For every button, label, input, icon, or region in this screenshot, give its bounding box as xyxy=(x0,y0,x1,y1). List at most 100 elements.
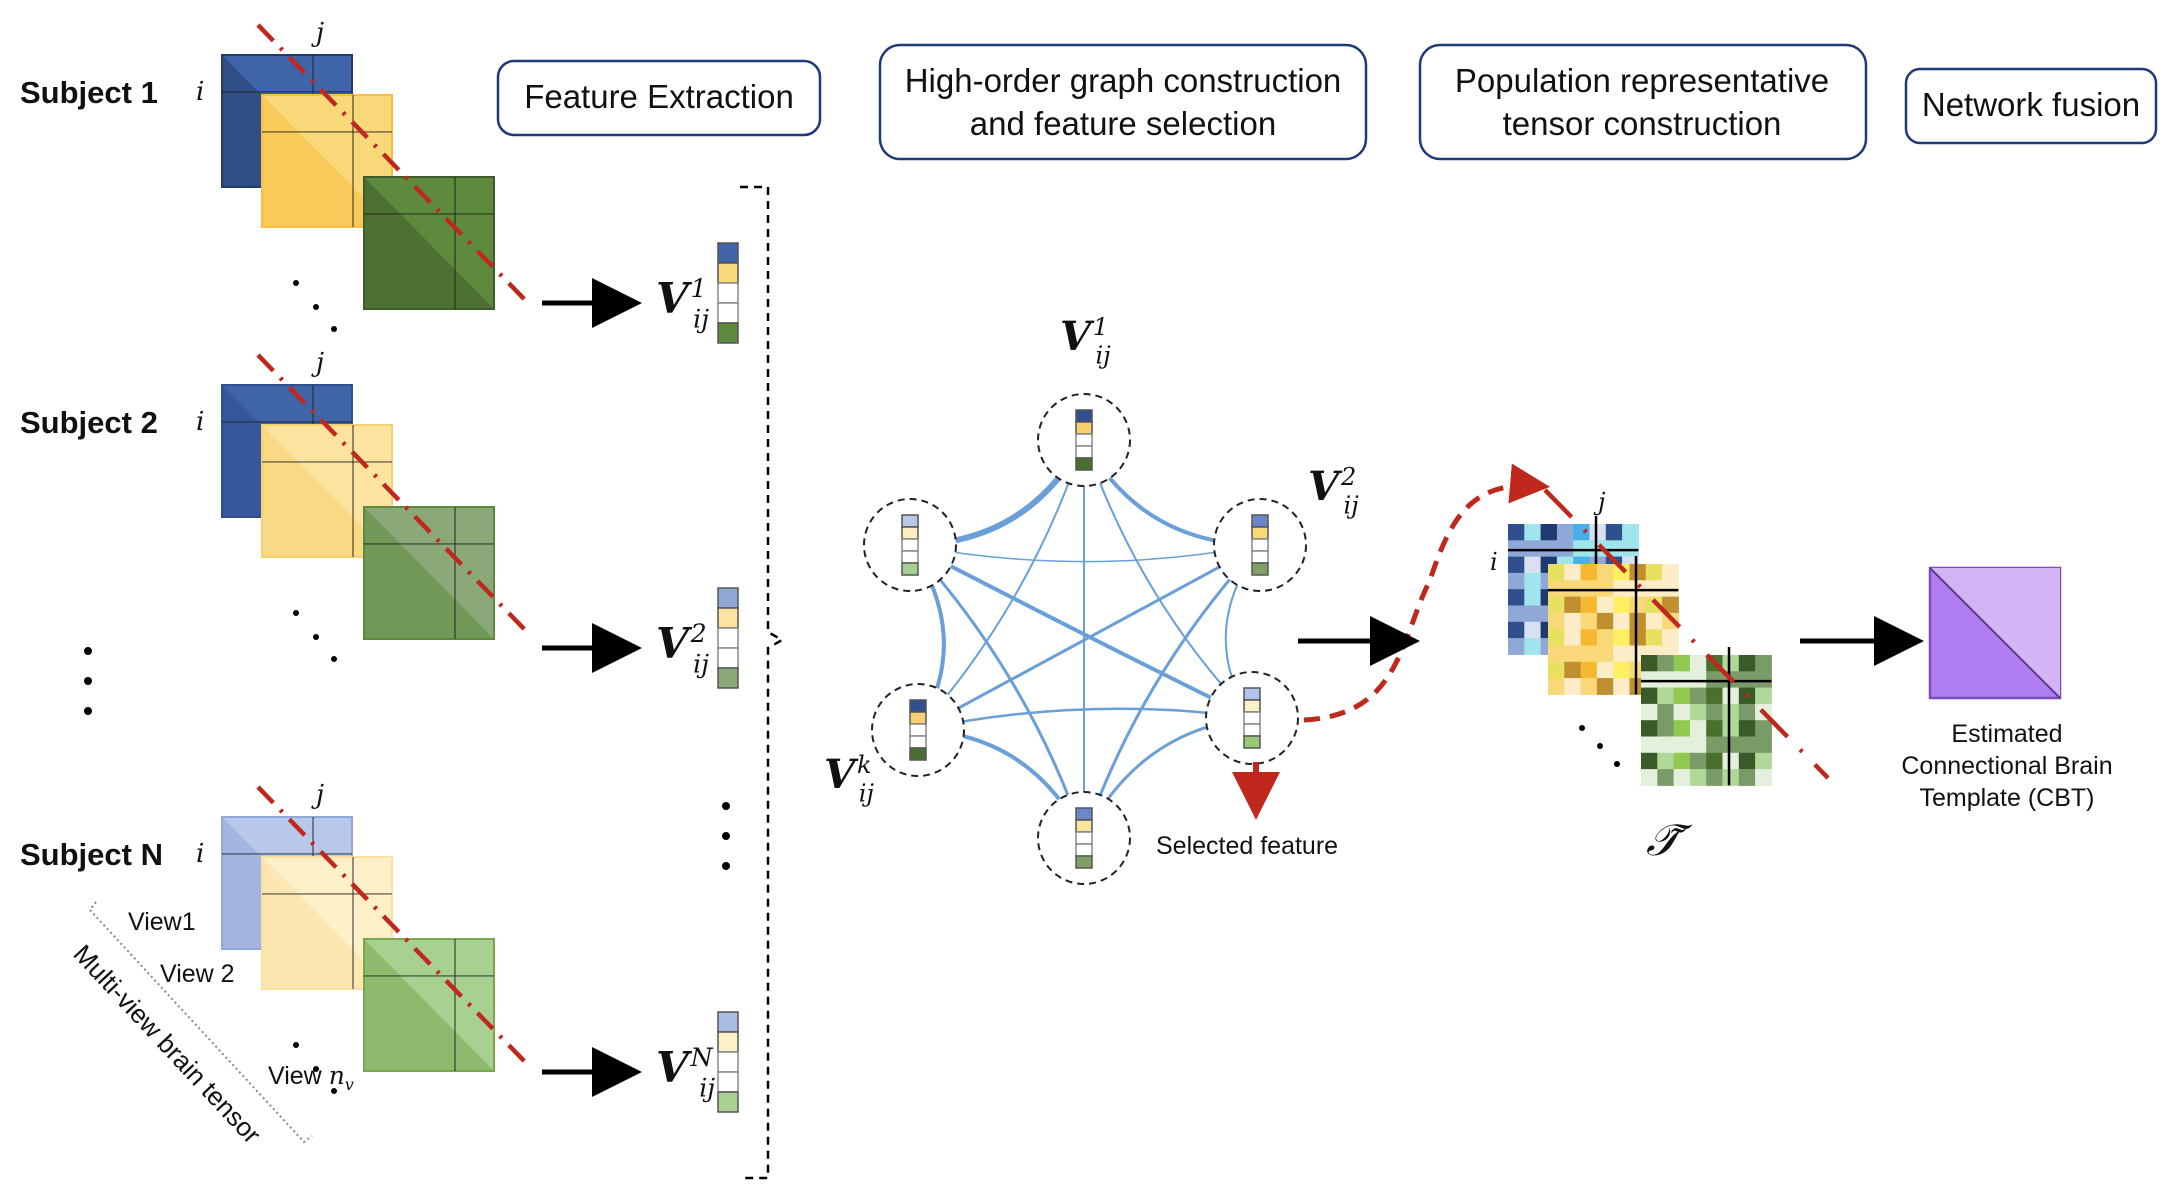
matrix-cell xyxy=(1564,596,1582,614)
matrix-cell xyxy=(1673,703,1691,721)
label-sub: ij xyxy=(1344,492,1360,520)
matrix-cell xyxy=(1645,629,1663,646)
matrix-cell xyxy=(1613,678,1630,695)
matrix-cell xyxy=(1722,769,1740,786)
matrix-cell xyxy=(1673,736,1691,754)
ellipsis-dot xyxy=(293,280,299,286)
node-feature-vector xyxy=(901,514,919,576)
matrix-cell xyxy=(1738,671,1756,689)
matrix-cell xyxy=(1556,540,1574,558)
matrix-cell xyxy=(1641,703,1658,721)
matrix-cell xyxy=(1755,736,1772,754)
matrix-cell xyxy=(1564,580,1582,598)
matrix-cell xyxy=(1508,572,1525,590)
matrix-cell xyxy=(1706,720,1723,737)
stage-label: Feature Extraction xyxy=(524,78,794,115)
ellipsis-dot xyxy=(1614,761,1620,767)
matrix-cell xyxy=(1629,629,1647,646)
matrix-cell xyxy=(1641,687,1658,705)
matrix-cell xyxy=(1657,687,1675,705)
vector-cell xyxy=(1243,687,1261,701)
feature-vector xyxy=(717,1011,739,1113)
subject-stack: Subject 2 ijV2 ij xyxy=(20,348,739,689)
matrix-cell xyxy=(1540,524,1558,541)
subject-label: Subject 2 xyxy=(20,405,158,440)
stage-label-line2: and feature selection xyxy=(970,105,1276,142)
ellipsis-dot xyxy=(1597,743,1603,749)
vector-cell xyxy=(717,282,739,304)
matrix-cell xyxy=(1613,661,1630,679)
matrix-cell xyxy=(1738,720,1756,737)
feature-vector xyxy=(717,587,739,689)
matrix-cell xyxy=(1613,596,1630,614)
matrix-cell xyxy=(1755,687,1772,705)
view-text: View xyxy=(268,1062,329,1090)
matrix-cell xyxy=(1722,720,1740,737)
matrix-cell xyxy=(1596,580,1614,598)
matrix-cell xyxy=(1596,645,1614,663)
vector-label: VN ij xyxy=(656,1043,715,1102)
graph-node xyxy=(1037,791,1131,885)
matrix-cell xyxy=(1673,769,1691,786)
vector-cell xyxy=(1251,514,1269,528)
matrix-cell xyxy=(1629,564,1647,581)
matrix-cell xyxy=(1508,589,1525,606)
label-base: V xyxy=(1308,463,1343,510)
matrix-cell xyxy=(1580,645,1598,663)
label-base: V xyxy=(824,751,859,798)
vector-cell xyxy=(717,587,739,609)
label-sup: 2 xyxy=(690,619,707,648)
high-order-graph: V1 ijV2 ijVk ij xyxy=(824,313,1360,885)
graph-node-label: V1 ij xyxy=(1060,313,1111,370)
matrix-cell xyxy=(1738,736,1756,754)
ellipsis-dot xyxy=(293,610,299,616)
matrix-cell xyxy=(1689,655,1707,672)
matrix-cell xyxy=(1755,655,1772,672)
graph-node xyxy=(871,683,965,777)
matrix-cell xyxy=(1641,736,1658,754)
view-label: View nv xyxy=(268,1061,354,1094)
matrix-cell xyxy=(1564,661,1582,679)
matrix-cell xyxy=(1722,655,1740,672)
stage-network-fusion: Network fusion xyxy=(1904,67,2158,145)
matrix-cell xyxy=(1645,564,1663,581)
matrix-cell xyxy=(1657,736,1675,754)
matrix-cell xyxy=(1524,556,1542,574)
vector-cell xyxy=(1075,433,1093,447)
matrix-cell xyxy=(1722,687,1740,705)
matrix-cell xyxy=(1596,612,1614,630)
matrix-cell xyxy=(1605,524,1623,541)
vector-cell xyxy=(717,627,739,649)
cbt-matrix xyxy=(1928,566,2062,700)
matrix-cell xyxy=(1722,703,1740,721)
matrix-cell xyxy=(1689,736,1707,754)
matrix-cell xyxy=(1641,752,1658,770)
matrix-cell xyxy=(1722,752,1740,770)
ellipsis-dot xyxy=(313,304,319,310)
view-label: View1 xyxy=(128,908,196,936)
matrix-cell xyxy=(1589,524,1607,541)
matrix-cell xyxy=(1596,661,1614,679)
vector-cell xyxy=(717,242,739,264)
selection-curve xyxy=(1303,463,1550,723)
node-feature-vector xyxy=(1075,409,1093,471)
matrix-cell xyxy=(1580,612,1598,630)
matrix-cell xyxy=(1524,605,1542,623)
matrix-cell xyxy=(1564,678,1582,695)
vector-cell xyxy=(909,699,927,713)
graph-node xyxy=(863,498,957,592)
matrix-cell xyxy=(1641,769,1658,786)
matrix-cell xyxy=(1641,720,1658,737)
vector-cell xyxy=(1243,699,1261,713)
matrix-cell xyxy=(1629,596,1647,614)
matrix-cell xyxy=(1657,703,1675,721)
vector-cell xyxy=(717,667,739,689)
label-base: V xyxy=(656,274,693,323)
matrix-cell xyxy=(1573,524,1590,541)
matrix-cell xyxy=(1657,752,1675,770)
matrix-cell xyxy=(1738,703,1756,721)
vector-cell xyxy=(901,526,919,540)
matrix-cell xyxy=(1613,645,1630,663)
matrix-cell xyxy=(1580,678,1598,695)
ellipsis-dot xyxy=(313,634,319,640)
